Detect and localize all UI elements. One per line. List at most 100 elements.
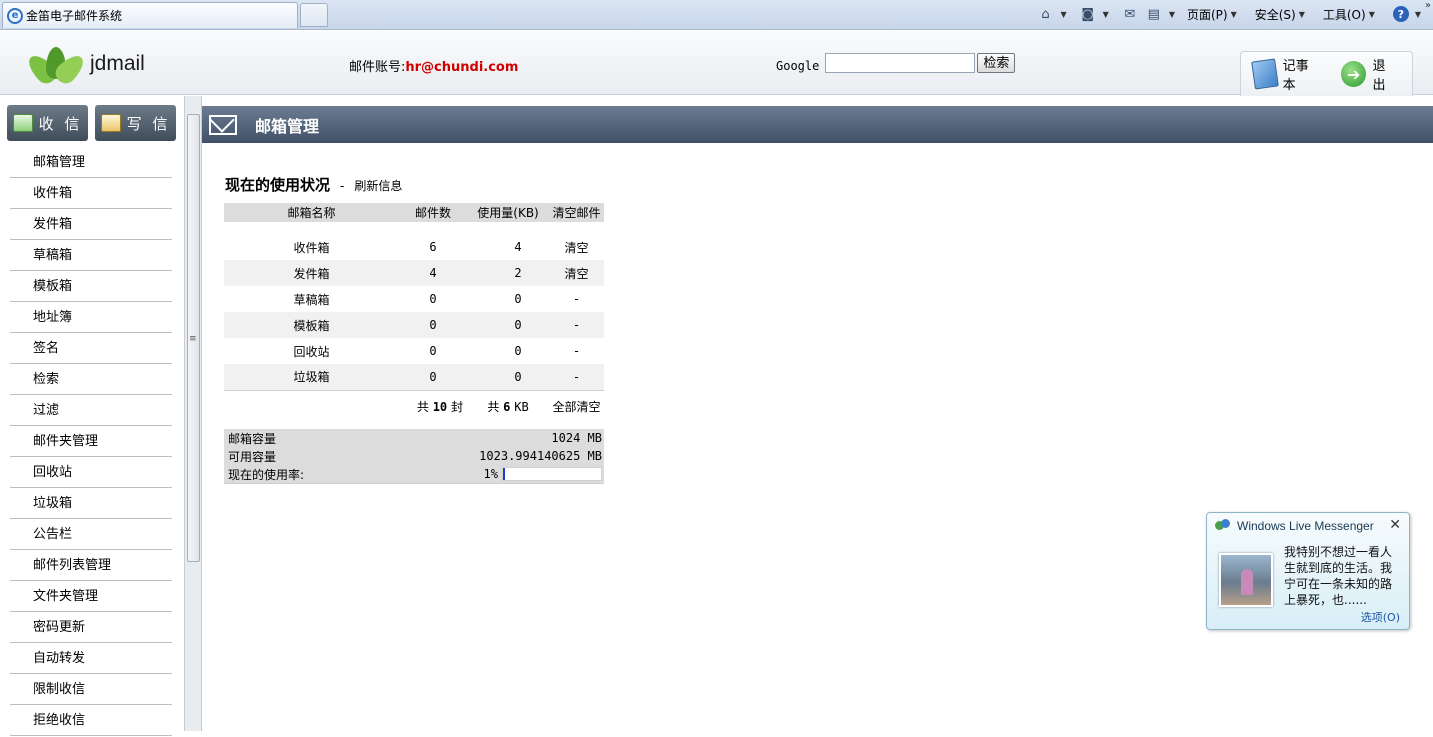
sidebar-item-reject-receive[interactable]: 拒绝收信 <box>10 705 172 736</box>
table-header-row: 邮箱名称 邮件数 使用量(KB) 清空邮件 <box>224 203 604 222</box>
available-label: 可用容量 <box>228 449 277 464</box>
sidebar-item-signature[interactable]: 签名 <box>10 333 172 364</box>
mail-count: 0 <box>429 344 437 358</box>
messenger-notification[interactable]: Windows Live Messenger ✕ 我特别不想过一看人生就到底的生… <box>1206 512 1410 630</box>
usage-rate-display: 1% <box>484 467 602 481</box>
logo: jdmail <box>23 47 145 88</box>
mailbox-usage-table: 邮箱名称 邮件数 使用量(KB) 清空邮件 收件箱 6 4 清空 发件箱 4 2… <box>224 203 604 420</box>
sidebar-item-mail-folder-management[interactable]: 邮件夹管理 <box>10 426 172 457</box>
home-dropdown-icon[interactable]: ▼ <box>1061 10 1067 19</box>
sidebar-item-mailbox-management[interactable]: 邮箱管理 <box>10 147 172 178</box>
table-row: 模板箱 0 0 - <box>224 312 604 338</box>
clear-link[interactable]: 清空 <box>549 222 604 260</box>
exit-label: 退出 <box>1372 59 1386 93</box>
print-icon[interactable]: ▤ <box>1145 6 1163 22</box>
google-search: Google 检索 <box>776 53 1016 73</box>
sidebar-item-mailing-list-management[interactable]: 邮件列表管理 <box>10 550 172 581</box>
browser-tab[interactable]: e 金笛电子邮件系统 <box>2 2 298 28</box>
sidebar-item-filter[interactable]: 过滤 <box>10 395 172 426</box>
mail-size: 2 <box>467 260 549 286</box>
account-label: 邮件账号: <box>349 60 406 75</box>
mailbox-name: 草稿箱 <box>293 292 330 307</box>
browser-toolbar: e 金笛电子邮件系统 ⌂ ▼ ◙ ▼ ✉ ▤ ▼ 页面(P) ▼ 安全(S) ▼ 工具(O… <box>0 0 1433 30</box>
messenger-header: Windows Live Messenger <box>1215 519 1374 533</box>
sidebar-item-auto-forward[interactable]: 自动转发 <box>10 643 172 674</box>
main-titlebar: 邮箱管理 <box>202 106 1433 143</box>
page-menu[interactable]: 页面(P) ▼ <box>1187 6 1243 23</box>
read-mail-icon[interactable]: ✉ <box>1121 6 1139 22</box>
refresh-link[interactable]: 刷新信息 <box>354 177 402 194</box>
home-icon[interactable]: ⌂ <box>1037 6 1055 22</box>
mail-size: 0 <box>467 312 549 338</box>
usage-progress-bar <box>502 467 602 481</box>
usage-rate-value: 1% <box>483 467 498 481</box>
safety-menu[interactable]: 安全(S) ▼ <box>1255 6 1311 23</box>
totals-row: 共 10 封 共 6 KB 全部清空 <box>224 389 604 420</box>
receive-mail-button[interactable]: 收 信 <box>7 105 88 141</box>
sidebar-item-password-update[interactable]: 密码更新 <box>10 612 172 643</box>
sidebar-item-restrict-receive[interactable]: 限制收信 <box>10 674 172 705</box>
print-dropdown-icon[interactable]: ▼ <box>1169 10 1175 19</box>
capacity-value: 1024 MB <box>551 431 602 445</box>
heading-separator: - <box>340 179 345 193</box>
search-button[interactable]: 检索 <box>977 53 1016 73</box>
notepad-label: 记事本 <box>1282 59 1309 93</box>
more-commands-icon[interactable]: » <box>1425 0 1431 11</box>
sidebar-item-drafts[interactable]: 草稿箱 <box>10 240 172 271</box>
header-tools: 记事本 ➔ 退出 <box>1240 51 1413 96</box>
clear-placeholder: - <box>549 364 604 390</box>
messenger-options-link[interactable]: 选项(O) <box>1361 609 1400 625</box>
exit-arrow-icon: ➔ <box>1340 61 1367 87</box>
clear-all-link[interactable]: 全部清空 <box>549 389 604 420</box>
sidebar-item-address-book[interactable]: 地址簿 <box>10 302 172 333</box>
table-row: 垃圾箱 0 0 - <box>224 364 604 390</box>
mail-count: 6 <box>429 240 437 254</box>
clear-link[interactable]: 清空 <box>549 260 604 286</box>
messenger-buddies-icon <box>1215 519 1231 533</box>
help-dropdown-icon[interactable]: ▼ <box>1415 10 1421 19</box>
exit-button[interactable]: ➔ 退出 <box>1340 55 1398 93</box>
sidebar-item-folder-management[interactable]: 文件夹管理 <box>10 581 172 612</box>
sidebar-item-recycle-bin[interactable]: 回收站 <box>10 457 172 488</box>
sidebar-item-bulletin[interactable]: 公告栏 <box>10 519 172 550</box>
clear-placeholder: - <box>549 312 604 338</box>
tools-menu-label: 工具(O) <box>1322 7 1366 22</box>
compose-mail-label: 写 信 <box>126 114 171 133</box>
sidebar-item-outbox[interactable]: 发件箱 <box>10 209 172 240</box>
usage-heading: 现在的使用状况 - 刷新信息 <box>225 174 402 195</box>
sidebar-item-search[interactable]: 检索 <box>10 364 172 395</box>
account-email: hr@chundi.com <box>405 60 519 75</box>
table-row: 回收站 0 0 - <box>224 338 604 364</box>
mail-count: 4 <box>399 260 467 286</box>
total-size-unit: KB <box>514 399 529 414</box>
feeds-dropdown-icon[interactable]: ▼ <box>1103 10 1109 19</box>
google-search-input[interactable] <box>825 53 976 73</box>
mailbox-name: 回收站 <box>293 344 330 359</box>
feeds-icon[interactable]: ◙ <box>1079 6 1097 22</box>
tab-title: 金笛电子邮件系统 <box>26 9 123 23</box>
usage-rate-row: 现在的使用率: 1% <box>224 465 604 483</box>
tools-menu[interactable]: 工具(O) ▼ <box>1323 6 1381 23</box>
mailbox-name: 收件箱 <box>293 240 330 255</box>
usage-rate-label: 现在的使用率: <box>228 467 305 482</box>
messenger-message: 我特别不想过一看人生就到底的生活。我宁可在一条未知的路上暴死，也...... <box>1284 545 1393 607</box>
mail-size: 4 <box>514 240 522 254</box>
page-menu-label: 页面(P) <box>1186 7 1228 22</box>
total-size: 6 <box>503 399 511 414</box>
sidebar-item-templates[interactable]: 模板箱 <box>10 271 172 302</box>
compose-mail-button[interactable]: 写 信 <box>95 105 176 141</box>
mail-count: 0 <box>399 312 467 338</box>
totals-spacer <box>224 389 399 420</box>
help-icon[interactable]: ? <box>1392 6 1409 22</box>
notepad-button[interactable]: 记事本 <box>1251 55 1321 93</box>
mailbox-name: 发件箱 <box>224 260 399 286</box>
receive-mail-label: 收 信 <box>38 114 83 133</box>
sidebar-item-inbox[interactable]: 收件箱 <box>10 178 172 209</box>
sidebar-item-junk[interactable]: 垃圾箱 <box>10 488 172 519</box>
mailbox-name: 模板箱 <box>224 312 399 338</box>
capacity-row: 邮箱容量 1024 MB <box>224 429 604 447</box>
sidebar-scrollbar[interactable]: ≡ <box>184 96 202 731</box>
close-icon[interactable]: ✕ <box>1389 517 1401 533</box>
new-tab-button[interactable] <box>300 3 328 27</box>
google-label: Google <box>776 59 820 73</box>
